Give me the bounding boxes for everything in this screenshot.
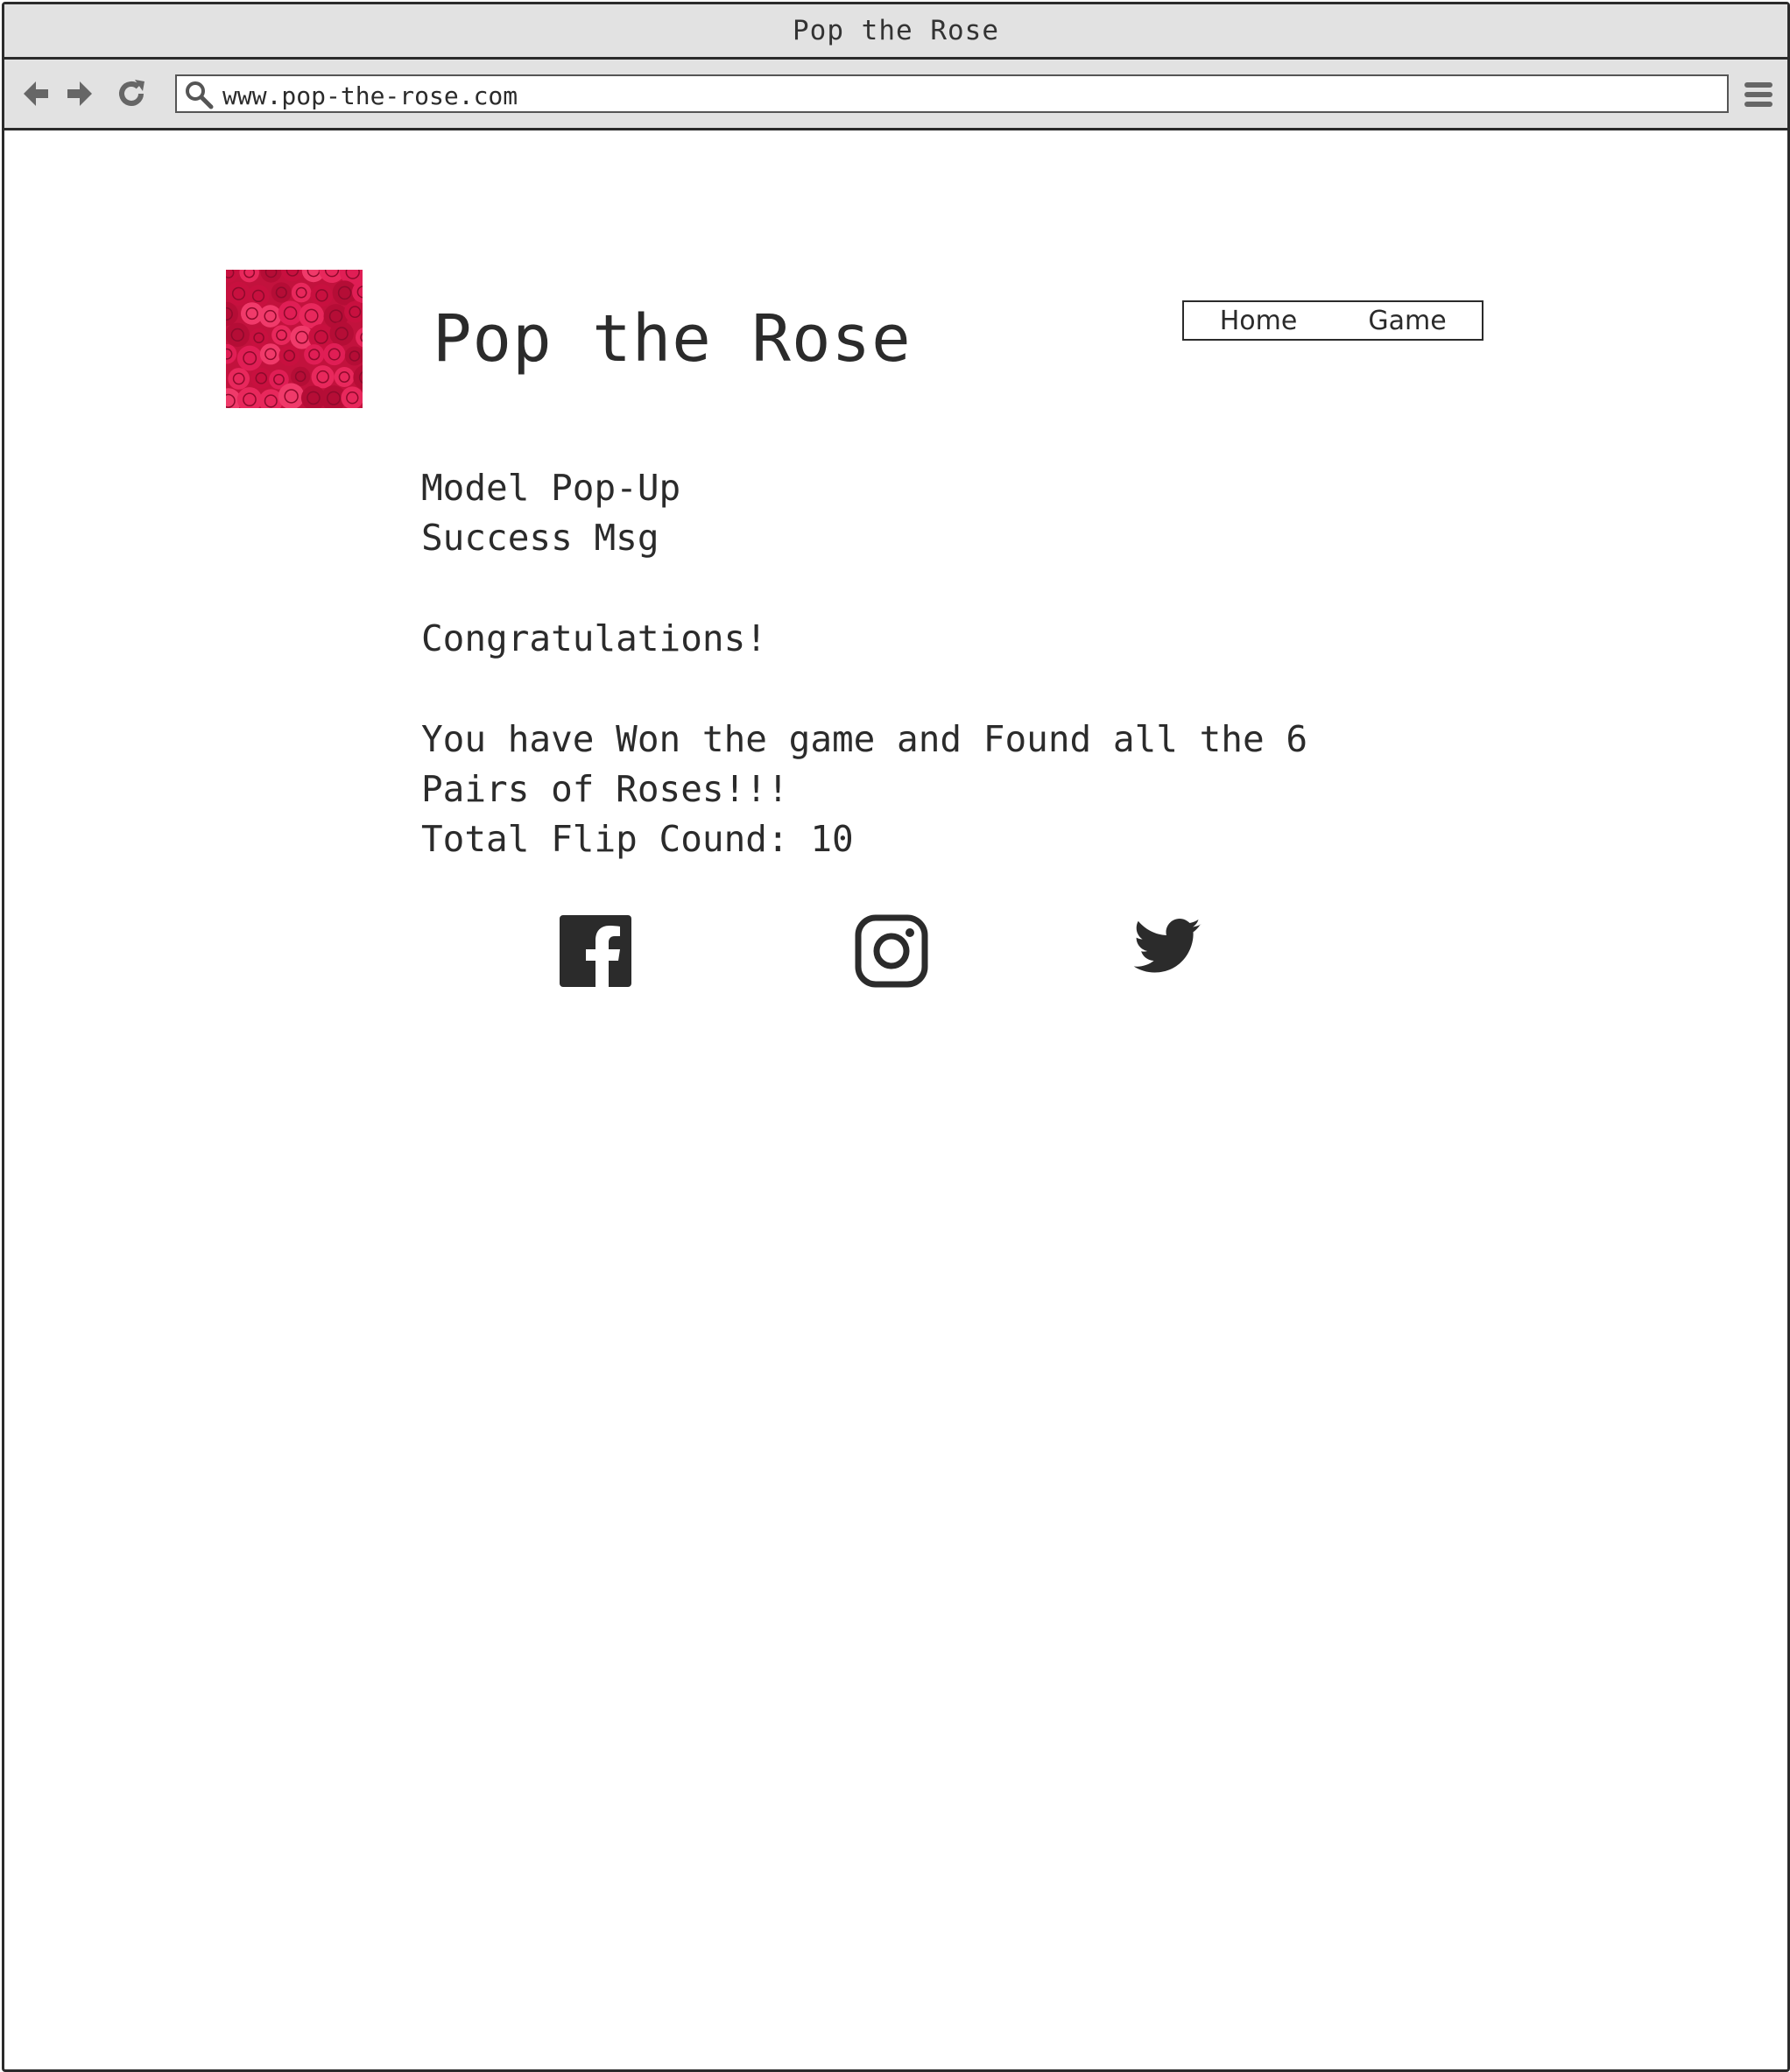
rose-bloom xyxy=(226,322,250,348)
back-button[interactable] xyxy=(18,76,53,111)
search-icon xyxy=(186,81,214,109)
url-text[interactable]: www.pop-the-rose.com xyxy=(222,81,518,110)
nav-home[interactable]: Home xyxy=(1184,302,1333,339)
rose-bloom xyxy=(334,367,355,388)
win-message-line2: Pairs of Roses!!! xyxy=(421,768,789,810)
instagram-link[interactable] xyxy=(854,913,929,989)
rose-bloom xyxy=(271,282,292,303)
rose-bloom xyxy=(278,345,300,367)
rose-bloom xyxy=(323,342,346,366)
rose-bloom xyxy=(236,345,263,371)
twitter-icon xyxy=(1133,919,1202,973)
rose-bloom xyxy=(228,368,250,390)
rose-image xyxy=(226,270,363,408)
instagram-icon xyxy=(855,914,928,988)
rose-bloom xyxy=(278,300,303,326)
hamburger-menu-icon[interactable] xyxy=(1743,79,1774,110)
window-title: Pop the Rose xyxy=(793,15,999,46)
modal-heading-line2: Success Msg xyxy=(421,517,659,559)
rose-bloom xyxy=(291,366,311,386)
site-title: Pop the Rose xyxy=(433,301,912,377)
rose-bloom xyxy=(329,321,354,346)
facebook-icon xyxy=(560,915,631,989)
congratulations-text: Congratulations! xyxy=(421,617,767,659)
rose-bloom xyxy=(291,282,312,303)
twitter-link[interactable] xyxy=(1128,913,1203,989)
nav-game[interactable]: Game xyxy=(1333,302,1482,339)
browser-window: Pop the Rose www.pop-the-rose.com Pop th… xyxy=(2,2,1790,2072)
rose-bloom xyxy=(278,383,305,408)
rose-bloom xyxy=(310,284,334,307)
rose-bloom xyxy=(226,281,251,306)
rose-bloom xyxy=(304,344,325,365)
rose-bloom xyxy=(271,325,292,346)
flip-count-text: Total Flip Cound: 10 xyxy=(421,818,854,860)
rose-bloom xyxy=(249,328,269,348)
rose-bloom xyxy=(258,305,282,328)
address-bar[interactable]: www.pop-the-rose.com xyxy=(175,74,1729,113)
forward-button[interactable] xyxy=(62,76,97,111)
win-message-line1: You have Won the game and Found all the … xyxy=(421,718,1308,760)
window-titlebar: Pop the Rose xyxy=(4,4,1787,60)
main-nav: Home Game xyxy=(1182,300,1483,341)
facebook-link[interactable] xyxy=(558,913,633,989)
arrow-right-icon xyxy=(67,81,92,106)
page-content: Pop the Rose Home Game Model Pop-Up Succ… xyxy=(4,130,1787,2069)
modal-heading-line1: Model Pop-Up xyxy=(421,467,681,509)
arrow-left-icon xyxy=(24,81,48,106)
reload-button[interactable] xyxy=(114,76,149,111)
rose-bloom xyxy=(311,365,335,389)
rose-logo-image[interactable] xyxy=(226,270,363,408)
reload-icon xyxy=(119,80,144,106)
browser-toolbar: www.pop-the-rose.com xyxy=(4,60,1787,130)
rose-bloom xyxy=(250,367,272,389)
rose-bloom xyxy=(259,343,282,365)
